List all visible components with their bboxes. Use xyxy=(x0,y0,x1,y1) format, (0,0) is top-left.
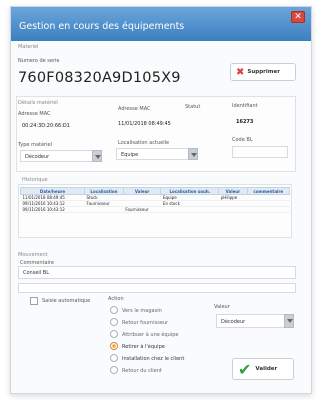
action-radio-supplier-return[interactable] xyxy=(110,318,118,326)
action-radio-client-return[interactable] xyxy=(110,366,118,374)
delete-button-label: Supprimer xyxy=(247,69,280,75)
action-radio-assign-team[interactable] xyxy=(110,330,118,338)
action-radio-to-warehouse[interactable] xyxy=(110,306,118,314)
history-col-datetime[interactable]: Date/heure xyxy=(19,187,86,195)
action-label-install-client: Installation chez le client xyxy=(122,356,185,362)
history-table: Date/heure Localisation Valeur Localisat… xyxy=(19,187,290,213)
value-label: Valeur xyxy=(214,304,230,310)
details-section-label: Détails matériel xyxy=(18,100,58,106)
table-cell: Fournisseur xyxy=(123,206,161,213)
history-col-value-2[interactable]: Valeur xyxy=(218,187,248,195)
mac-address-label-2: Adresse MAC xyxy=(118,106,151,112)
table-cell xyxy=(247,206,290,213)
action-radio-install-client[interactable] xyxy=(110,354,118,362)
validate-button[interactable]: ✔ Valider xyxy=(232,358,294,380)
table-cell xyxy=(218,206,247,213)
identifier-value: 16273 xyxy=(236,119,254,125)
material-type-label: Type matériel xyxy=(18,142,52,148)
mac-value: 00:24:3D:20:66:D1 xyxy=(22,123,70,129)
action-label-to-warehouse: Vers le magasin xyxy=(122,308,162,314)
action-label: Action xyxy=(108,296,124,302)
window-titlebar: Gestion en cours des équipements xyxy=(11,7,311,41)
movement-section-label: Mouvement xyxy=(18,252,48,258)
auto-input-label: Saisie automatique xyxy=(42,298,91,304)
table-cell xyxy=(160,206,219,213)
history-col-value[interactable]: Valeur xyxy=(122,187,162,195)
material-type-value: Décodeur xyxy=(25,154,50,160)
current-location-chevron-down-icon[interactable] xyxy=(188,148,198,160)
material-section-label: Materiel xyxy=(18,44,39,50)
comments-input-2[interactable] xyxy=(18,283,296,293)
material-type-select[interactable]: Décodeur xyxy=(20,150,102,162)
validate-button-label: Valider xyxy=(255,366,278,372)
history-col-comment[interactable]: commentaire xyxy=(246,187,290,195)
action-label-supplier-return: Retour fournisseur xyxy=(122,320,169,326)
table-cell: 09/11/2016 10:43:12 xyxy=(20,206,85,213)
current-location-value: Equipe xyxy=(121,152,139,158)
action-radio-remove-team[interactable] xyxy=(110,342,118,350)
value-chevron-down-icon[interactable] xyxy=(284,314,294,328)
table-row[interactable]: 09/11/2016 10:43:12 Fournisseur xyxy=(20,206,290,213)
material-type-chevron-down-icon[interactable] xyxy=(92,150,102,162)
delete-button[interactable]: ✖ Supprimer xyxy=(230,63,296,81)
identifier-label: Identifiant xyxy=(232,103,258,109)
table-cell xyxy=(84,206,124,213)
current-location-label: Localisation actuelle xyxy=(118,140,170,146)
window-title: Gestion en cours des équipements xyxy=(19,21,185,32)
comments-value: Conseil BL xyxy=(23,270,49,276)
serial-number-value: 760F08320A9D105X9 xyxy=(18,70,181,86)
serial-number-label: Numero de serie xyxy=(18,58,60,64)
history-col-desired-location[interactable]: Localisation souh. xyxy=(160,187,220,195)
value-selected: Décodeur xyxy=(221,319,246,325)
mac-date: 11/01/2018 08:49:45 xyxy=(118,121,171,127)
status-label: Statut xyxy=(185,104,201,110)
close-icon[interactable]: ✕ xyxy=(291,11,305,23)
current-location-select[interactable]: Equipe xyxy=(116,148,198,160)
comments-input[interactable]: Conseil BL xyxy=(18,266,296,279)
value-select[interactable]: Décodeur xyxy=(216,314,294,328)
action-label-remove-team: Retirer à l'équipe xyxy=(122,344,165,350)
auto-input-checkbox[interactable] xyxy=(30,297,38,305)
action-label-client-return: Retour du client xyxy=(122,368,162,374)
bl-code-label: Code BL xyxy=(232,137,253,143)
action-label-assign-team: Attribuer à une équipe xyxy=(122,332,179,338)
check-icon: ✔ xyxy=(238,359,252,379)
history-section-label: Historique xyxy=(22,177,48,183)
delete-icon: ✖ xyxy=(236,66,245,78)
history-col-location[interactable]: Localisation xyxy=(84,187,124,195)
mac-address-label: Adresse MAC xyxy=(18,111,51,117)
bl-code-field[interactable] xyxy=(232,146,288,158)
